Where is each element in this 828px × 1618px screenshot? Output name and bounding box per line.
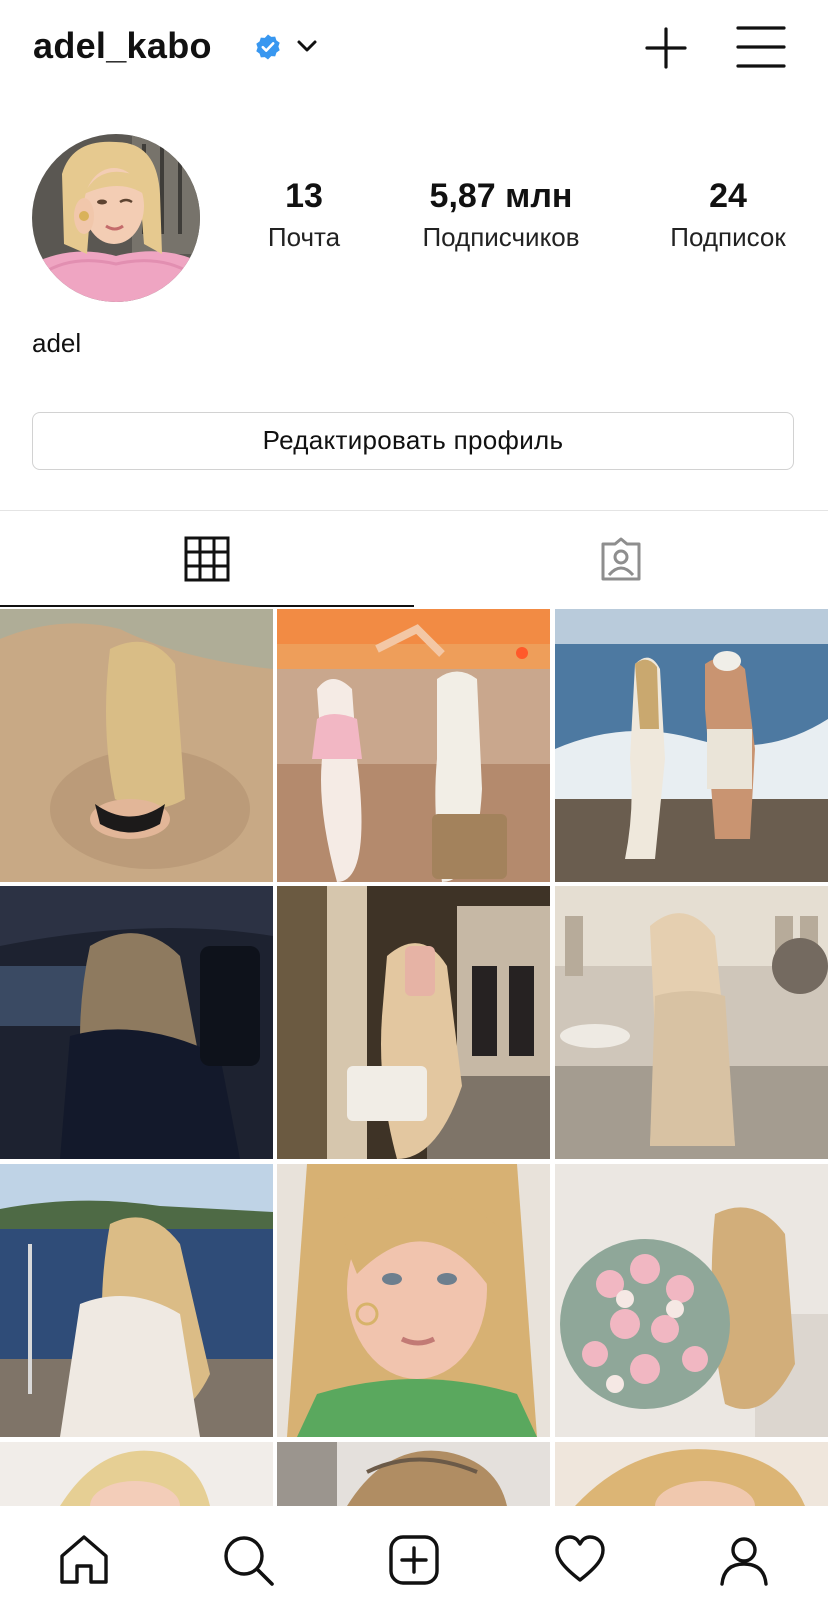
post-thumbnail[interactable] [555,886,828,1159]
active-tab-indicator [0,605,414,607]
post-thumbnail[interactable] [555,1164,828,1437]
post-thumbnail[interactable] [555,1442,828,1506]
stat-posts-label: Почта [267,222,341,252]
post-thumbnail[interactable] [555,609,828,882]
search-icon[interactable] [220,1532,276,1588]
edit-profile-button[interactable]: Редактировать профиль [32,412,794,470]
post-thumbnail[interactable] [0,1164,273,1437]
tab-posts-grid[interactable] [0,511,414,607]
new-post-plus-icon[interactable] [644,26,688,70]
chevron-down-icon[interactable] [296,36,318,56]
post-thumbnail[interactable] [0,1442,273,1506]
stat-followers[interactable]: 5,87 млн Подписчиков [396,176,606,254]
hamburger-menu-icon[interactable] [736,24,786,70]
post-thumbnail[interactable] [277,1164,550,1437]
username-title[interactable]: adel_kabo [33,22,212,70]
post-thumbnail[interactable] [277,886,550,1159]
post-thumbnail[interactable] [277,609,550,882]
profile-icon[interactable] [716,1532,772,1588]
profile-header: adel_kabo [0,0,828,96]
stat-following-label: Подписок [670,222,786,252]
stat-followers-count: 5,87 млн [429,177,573,215]
add-post-icon[interactable] [386,1532,442,1588]
tab-tagged[interactable] [414,511,828,607]
post-thumbnail[interactable] [0,886,273,1159]
profile-avatar[interactable] [32,134,200,302]
profile-display-name: adel [32,328,82,358]
stat-following[interactable]: 24 Подписок [648,176,808,254]
stat-posts-count: 13 [285,177,323,215]
stat-posts[interactable]: 13 Почта [244,176,364,254]
post-thumbnail[interactable] [0,609,273,882]
home-icon[interactable] [56,1532,112,1588]
stat-followers-label: Подписчиков [422,222,580,252]
heart-icon[interactable] [552,1532,608,1588]
verified-badge-icon [256,34,280,60]
bottom-nav-bar [0,1506,828,1618]
post-thumbnail[interactable] [277,1442,550,1506]
stat-following-count: 24 [709,177,747,215]
grid-icon [184,536,230,582]
tagged-person-icon [601,537,641,581]
